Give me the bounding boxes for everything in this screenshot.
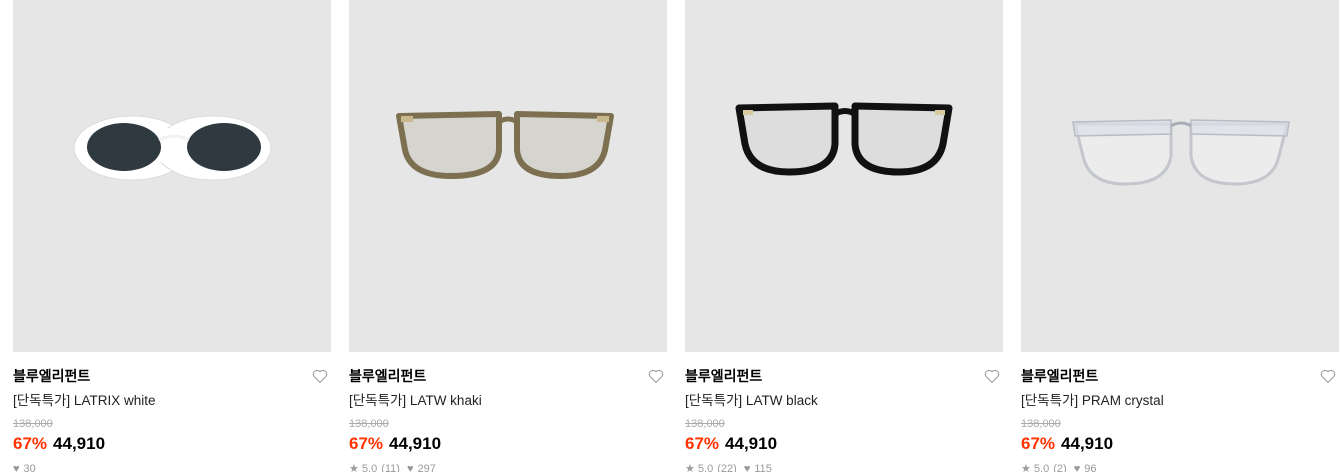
price-row: 67% 44,910: [685, 433, 777, 455]
like-count: 30: [23, 463, 36, 472]
brand-name[interactable]: 블루엘리펀트: [685, 368, 762, 384]
heart-small-icon: ♥: [1073, 463, 1081, 472]
rating: ★ 5.0: [349, 463, 378, 472]
like-count: 297: [417, 463, 436, 472]
original-price: 138,000: [349, 418, 389, 430]
product-name[interactable]: [단독특가] LATW khaki: [349, 392, 482, 410]
review-count: (22): [717, 463, 737, 472]
brand-name[interactable]: 블루엘리펀트: [13, 368, 90, 384]
price-row: 67% 44,910: [13, 433, 105, 455]
glasses-image: [735, 102, 953, 176]
sale-price: 44,910: [389, 434, 442, 453]
product-name[interactable]: [단독특가] PRAM crystal: [1021, 392, 1164, 410]
discount-rate: 67%: [349, 434, 384, 453]
brand-row: 블루엘리펀트: [1021, 366, 1339, 386]
heart-outline-icon[interactable]: [647, 367, 665, 385]
brand-row: 블루엘리펀트: [349, 366, 667, 386]
discount-rate: 67%: [13, 434, 48, 453]
review-count: (11): [381, 463, 400, 472]
discount-rate: 67%: [685, 434, 720, 453]
product-meta: ♥ 30: [13, 462, 40, 472]
rating: ★ 5.0: [1021, 463, 1050, 472]
sunglasses-image: [73, 115, 272, 181]
sale-price: 44,910: [725, 434, 778, 453]
original-price: 138,000: [13, 418, 53, 430]
price-row: 67% 44,910: [1021, 433, 1113, 455]
like-count: 115: [754, 463, 772, 472]
original-price: 138,000: [685, 418, 725, 430]
product-grid: 블루엘리펀트 [단독특가] LATRIX white 138,000 67% 44…: [0, 0, 1342, 472]
product-meta: ★ 5.0 (2) ♥ 96: [1021, 462, 1101, 472]
brand-row: 블루엘리펀트: [13, 366, 331, 386]
brand-name[interactable]: 블루엘리펀트: [1021, 368, 1098, 384]
heart-small-icon: ♥: [13, 463, 20, 472]
sale-price: 44,910: [1061, 434, 1114, 453]
review-count: (2): [1053, 463, 1067, 472]
discount-rate: 67%: [1021, 434, 1056, 453]
original-price: 138,000: [1021, 418, 1061, 430]
product-image[interactable]: [685, 0, 1003, 352]
sale-price: 44,910: [53, 434, 106, 453]
product-image[interactable]: [13, 0, 331, 352]
product-card[interactable]: 블루엘리펀트 [단독특가] LATRIX white 138,000 67% 44…: [13, 0, 331, 472]
product-card[interactable]: 블루엘리펀트 [단독특가] PRAM crystal 138,000 67% 44…: [1021, 0, 1339, 472]
product-meta: ★ 5.0 (22) ♥ 115: [685, 462, 776, 472]
like-count: 96: [1084, 463, 1097, 472]
price-row: 67% 44,910: [349, 433, 441, 455]
heart-outline-icon[interactable]: [1319, 367, 1337, 385]
heart-small-icon: ♥: [743, 463, 751, 472]
heart-outline-icon[interactable]: [311, 367, 329, 385]
product-card[interactable]: 블루엘리펀트 [단독특가] LATW black 138,000 67% 44,9…: [685, 0, 1003, 472]
product-image[interactable]: [349, 0, 667, 352]
glasses-image: [1072, 119, 1290, 186]
glasses-image: [396, 111, 614, 179]
heart-outline-icon[interactable]: [983, 367, 1001, 385]
heart-small-icon: ♥: [407, 463, 414, 472]
product-image[interactable]: [1021, 0, 1339, 352]
product-name[interactable]: [단독특가] LATRIX white: [13, 392, 155, 410]
rating: ★ 5.0: [685, 463, 714, 472]
brand-name[interactable]: 블루엘리펀트: [349, 368, 426, 384]
product-meta: ★ 5.0 (11) ♥ 297: [349, 462, 440, 472]
brand-row: 블루엘리펀트: [685, 366, 1003, 386]
product-card[interactable]: 블루엘리펀트 [단독특가] LATW khaki 138,000 67% 44,9…: [349, 0, 667, 472]
product-name[interactable]: [단독특가] LATW black: [685, 392, 818, 410]
